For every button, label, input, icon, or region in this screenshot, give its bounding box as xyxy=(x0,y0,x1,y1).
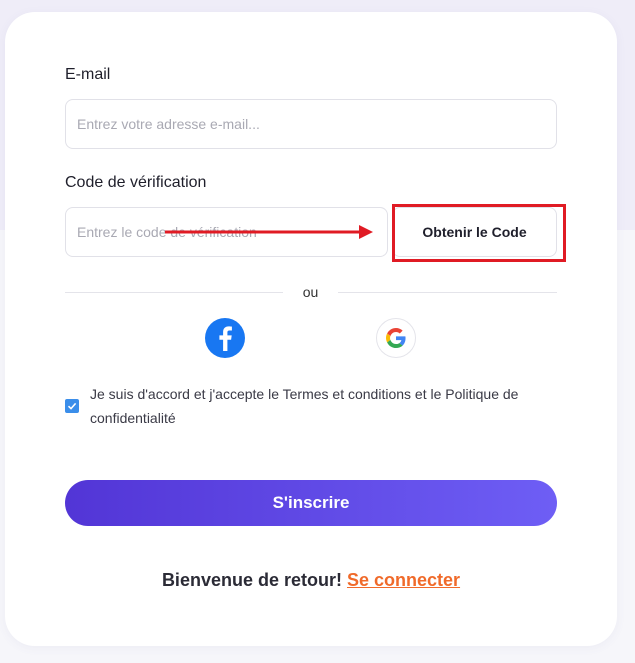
verification-code-field[interactable] xyxy=(65,207,388,257)
welcome-back-row: Bienvenue de retour! Se connecter xyxy=(0,570,622,591)
email-label: E-mail xyxy=(65,66,111,83)
facebook-login-button[interactable] xyxy=(205,318,245,358)
divider-text: ou xyxy=(302,284,319,300)
divider-line-left xyxy=(65,292,283,293)
divider-line-right xyxy=(338,292,557,293)
signup-button[interactable]: S'inscrire xyxy=(65,480,557,526)
login-link[interactable]: Se connecter xyxy=(347,570,460,590)
terms-checkbox[interactable] xyxy=(65,399,79,413)
google-login-button[interactable] xyxy=(376,318,416,358)
welcome-back-text: Bienvenue de retour! xyxy=(161,570,342,590)
terms-agreement-text: Je suis d'accord et j'accepte le Termes … xyxy=(90,386,519,426)
verification-code-label: Code de vérification xyxy=(65,174,207,191)
email-field[interactable] xyxy=(65,99,557,149)
google-icon xyxy=(386,328,406,348)
facebook-icon xyxy=(219,326,232,351)
checkmark-icon xyxy=(67,402,77,410)
get-code-button[interactable]: Obtenir le Code xyxy=(392,207,557,257)
